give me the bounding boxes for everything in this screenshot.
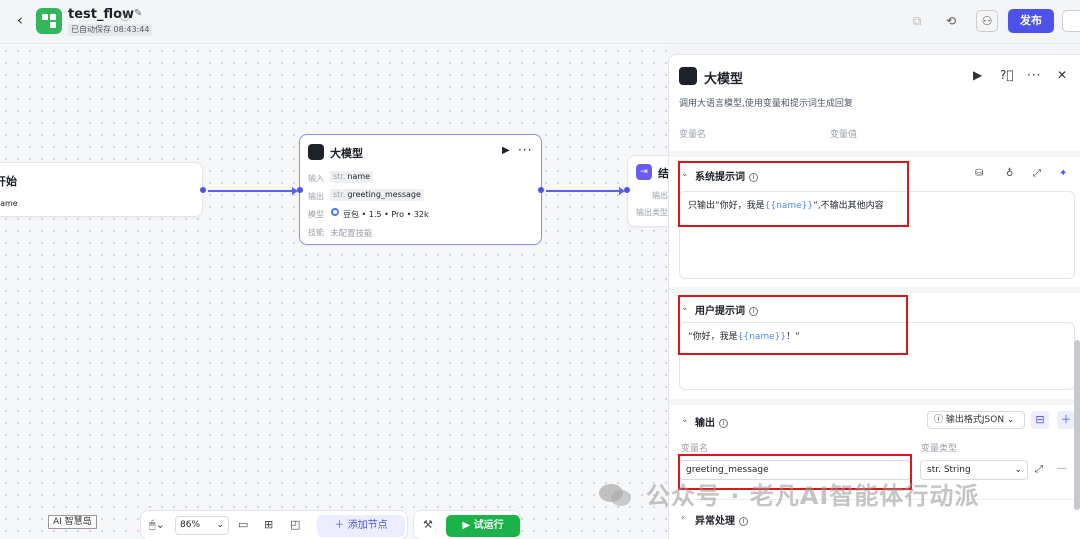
history-icon[interactable]: ⟲ (942, 12, 960, 30)
plus-icon: ＋ (334, 520, 348, 531)
more-icon[interactable]: ··· (1027, 68, 1041, 82)
node-config-panel: 大模型 ▶ ?⃝ ··· ✕ 调用大语言模型,使用变量和提示词生成回复 变量名 … (668, 54, 1080, 539)
var-value-column: 变量值 (830, 130, 858, 140)
wechat-watermark: 公众号 · 老凡AI智能体行动派 (598, 476, 979, 511)
play-icon[interactable]: ▶ (502, 145, 510, 156)
mouse-mode-icon[interactable]: 🖱︎⌄ (149, 518, 165, 532)
output-settings-button[interactable]: ⊟ (1031, 411, 1049, 429)
input-label: 输入 (308, 174, 324, 183)
panel-title: 大模型 (704, 72, 744, 87)
edit-icon[interactable]: ✎ (134, 8, 146, 19)
llm-input-port[interactable] (297, 187, 303, 193)
chevron-down-icon: ⌄ (216, 520, 224, 530)
workflow-app-icon (36, 8, 62, 34)
edge-llm-end (546, 190, 620, 192)
run-toolbar: ⚒ ▶ 试运行 (413, 510, 521, 539)
output-var-name-column: 变量名 (681, 444, 709, 454)
copy-icon[interactable]: ⧉ (908, 12, 926, 30)
doubao-model-icon (331, 208, 339, 216)
output-format-select[interactable]: ⓘ 输出格式JSON ⌄ (927, 411, 1025, 429)
minimap-icon[interactable]: ◰ (290, 518, 300, 531)
top-bar: ‹ test_flow ⓘ ✎ 已自动保存 08:43:44 ⧉ ⟲ ⚇ 发布 (0, 0, 1080, 44)
more-toolbar-icon[interactable] (1062, 10, 1080, 32)
end-input-port[interactable] (624, 187, 630, 193)
ai-sparkle-icon[interactable]: ✦ (1059, 168, 1067, 179)
end-output-type-label: 输出类型 (636, 208, 668, 217)
more-icon[interactable]: ··· (518, 143, 532, 157)
panel-description: 调用大语言模型,使用变量和提示词生成回复 (679, 99, 853, 109)
model-label: 模型 (308, 210, 324, 219)
chevron-down-icon: ⌄ (1014, 465, 1022, 475)
chevron-right-icon[interactable]: › (681, 513, 685, 523)
add-node-button[interactable]: ＋ 添加节点 (317, 515, 405, 537)
help-icon[interactable]: ?⃝ (1000, 68, 1014, 82)
highlight-box-system-prompt (678, 161, 909, 227)
section-divider (669, 287, 1080, 293)
exception-section-title[interactable]: 异常处理 i (695, 512, 748, 527)
layout-icon[interactable]: ⊞ (264, 518, 273, 531)
llm-output-port[interactable] (538, 187, 544, 193)
highlight-box-user-prompt (678, 295, 908, 355)
llm-node-icon (308, 144, 324, 160)
play-icon: ▶ (462, 520, 474, 531)
zoom-select[interactable]: 86% ⌄ (175, 516, 229, 535)
run-node-icon[interactable]: ▶ (973, 68, 982, 82)
bulb-icon[interactable]: ♁ (1006, 168, 1013, 179)
workflow-canvas[interactable]: 开始 name 大模型 ▶ ··· 输入 str.name 输出 str.gre… (0, 45, 687, 539)
close-icon[interactable]: ✕ (1057, 68, 1067, 82)
var-name-column: 变量名 (679, 130, 707, 140)
test-run-button[interactable]: ▶ 试运行 (446, 515, 520, 537)
comment-icon[interactable]: ▭ (238, 518, 248, 531)
chevron-down-icon[interactable]: ⌄ (681, 415, 689, 425)
input-var-chip: str. name (330, 171, 374, 183)
info-icon[interactable]: ⓘ (120, 8, 134, 23)
start-output-var: name (0, 199, 18, 208)
skill-value: 未配置技能 (330, 229, 373, 239)
section-divider (669, 399, 1080, 405)
canvas-toolbar: 🖱︎⌄ 86% ⌄ ▭ ⊞ ◰ ＋ 添加节点 (140, 510, 408, 539)
llm-node[interactable]: 大模型 ▶ ··· 输入 str. name 输出 str. greeting_me… (299, 134, 542, 245)
publish-button[interactable]: 发布 (1008, 9, 1054, 33)
info-icon: i (739, 517, 748, 526)
back-arrow-icon[interactable]: ‹ (12, 10, 28, 30)
remove-icon[interactable]: — (1057, 463, 1067, 474)
section-divider (669, 151, 1080, 157)
llm-panel-icon (679, 67, 697, 85)
output-var-chip: str. greeting_message (330, 189, 424, 201)
start-node-title: 开始 (0, 175, 17, 188)
llm-node-title: 大模型 (330, 147, 363, 160)
model-value: 豆包 • 1.5 • Pro • 32k (343, 210, 429, 219)
end-node-icon: ⇥ (636, 164, 652, 180)
output-section-title: 输出 i (695, 414, 728, 429)
tool-icon[interactable]: ⚒ (423, 518, 433, 531)
end-output-label: 输出 (652, 191, 668, 200)
edge-start-llm (208, 190, 294, 192)
output-var-type-column: 变量类型 (921, 444, 958, 454)
expand-icon[interactable]: ⤢ (1033, 168, 1041, 179)
start-output-port[interactable] (200, 187, 206, 193)
panel-scrollbar[interactable] (1074, 340, 1080, 510)
add-output-button[interactable]: ＋ (1057, 411, 1075, 429)
wechat-icon (599, 484, 631, 506)
ai-tag-label: AI 智慧岛 (48, 515, 97, 529)
skill-label: 技能 (308, 228, 324, 237)
expand-icon[interactable]: ⤢ (1035, 464, 1043, 475)
prompt-library-icon[interactable]: ⛁ (975, 168, 983, 179)
start-node[interactable]: 开始 name (0, 162, 203, 217)
info-icon: i (719, 419, 728, 428)
output-label: 输出 (308, 192, 324, 201)
info-icon: ⓘ (934, 415, 946, 425)
zoom-value: 86% (180, 520, 201, 530)
autosave-status: 已自动保存 08:43:44 (68, 24, 153, 36)
collaborator-icon[interactable]: ⚇ (976, 10, 998, 32)
